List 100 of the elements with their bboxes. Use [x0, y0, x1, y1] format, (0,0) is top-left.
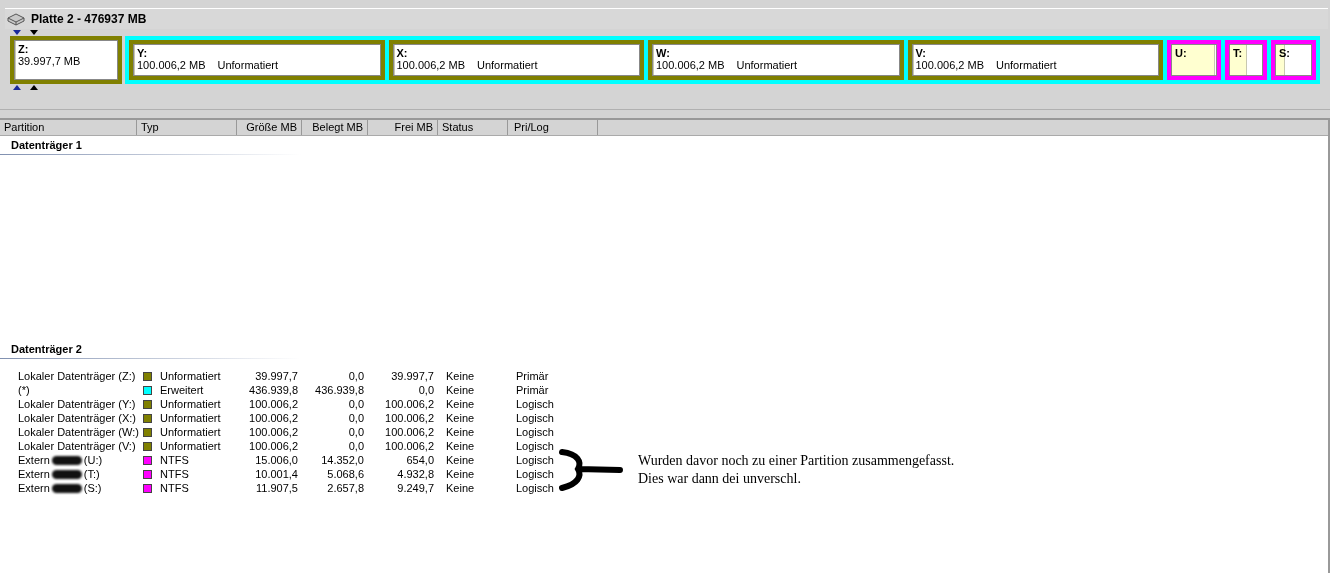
partition-size: 100.006,2 MB: [656, 59, 725, 71]
table-cell: 0,0: [348, 425, 364, 439]
table-cell: 39.997,7: [391, 369, 434, 383]
annotation-text: Dies war dann dei unverschl.: [638, 470, 802, 488]
partition-type: Unformatiert: [996, 59, 1057, 71]
redaction-scribble: [51, 469, 82, 479]
table-cell: Primär: [516, 383, 549, 397]
column-header[interactable]: Typ: [137, 120, 237, 135]
partition-segment[interactable]: W: 100.006,2 MB Unformatiert: [648, 40, 904, 80]
partition-segment[interactable]: Z: 39.997,7 MB: [10, 36, 122, 84]
partition-segment[interactable]: X: 100.006,2 MB Unformatiert: [388, 40, 644, 80]
triangle-marker-icon: [13, 30, 21, 35]
partition-size: 100.006,2 MB: [396, 59, 465, 71]
table-cell: Lokaler Datenträger (Y:): [18, 397, 136, 411]
drive-letter: V:: [915, 47, 927, 59]
column-header[interactable]: Frei MB: [368, 120, 438, 135]
partition-type: Unformatiert: [477, 59, 538, 71]
table-cell: 0,0: [348, 397, 364, 411]
drive-letter: Z:: [18, 43, 30, 55]
table-cell: Unformatiert: [160, 411, 221, 425]
table-cell: 2.657,8: [327, 481, 364, 495]
table-cell: Keine: [446, 369, 475, 383]
partition-size: 100.006,2 MB: [137, 59, 206, 71]
drive-letter: W:: [656, 47, 671, 59]
table-cell: (*): [18, 383, 30, 397]
table-cell: 10.001,4: [255, 467, 298, 481]
table-cell: Erweitert: [160, 383, 204, 397]
table-cell: Extern: [18, 481, 50, 495]
table-cell: 436.939,8: [249, 383, 298, 397]
column-header[interactable]: Pri/Log: [508, 120, 598, 135]
table-cell: 0,0: [418, 383, 434, 397]
table-cell: Logisch: [516, 439, 554, 453]
table-cell: (U:): [83, 453, 103, 467]
table-cell: 0,0: [348, 369, 364, 383]
triangle-marker-icon: [30, 30, 38, 35]
column-header[interactable]: Größe MB: [237, 120, 302, 135]
table-cell: Logisch: [516, 453, 554, 467]
triangle-marker-icon: [30, 85, 38, 90]
column-header[interactable]: Status: [438, 120, 508, 135]
partition-type: Unformatiert: [736, 59, 798, 71]
table-cell: Lokaler Datenträger (W:): [18, 425, 139, 439]
partition-segment[interactable]: S:: [1271, 40, 1316, 80]
table-cell: 100.006,2: [249, 439, 298, 453]
table-cell: NTFS: [160, 453, 189, 467]
partition-segment[interactable]: Y: 100.006,2 MB Unformatiert: [129, 40, 385, 80]
redaction-scribble: [51, 455, 82, 465]
table-cell: 100.006,2: [385, 439, 434, 453]
table-cell: 4.932,8: [397, 467, 434, 481]
table-cell: 100.006,2: [385, 425, 434, 439]
table-cell: 100.006,2: [249, 411, 298, 425]
table-cell: Logisch: [516, 425, 554, 439]
table-cell: Extern: [18, 467, 50, 481]
table-cell: 436.939,8: [315, 383, 364, 397]
table-cell: 15.006,0: [255, 453, 298, 467]
group-header: Datenträger 1: [0, 139, 311, 155]
table-cell: Keine: [446, 467, 475, 481]
table-cell: 0,0: [348, 411, 364, 425]
table-cell: 9.249,7: [397, 481, 434, 495]
table-cell: Extern: [18, 453, 50, 467]
table-cell: 5.068,6: [327, 467, 364, 481]
partition-segment[interactable]: V: 100.006,2 MB Unformatiert: [907, 40, 1163, 80]
table-cell: Keine: [446, 481, 475, 495]
drive-letter: X:: [396, 47, 409, 59]
partition-segment[interactable]: T:: [1225, 40, 1267, 80]
table-cell: Keine: [446, 383, 475, 397]
table-cell: Unformatiert: [160, 369, 221, 383]
annotation-text: Wurden davor noch zu einer Partition zusammengefasst.: [638, 452, 955, 470]
table-cell: Primär: [516, 369, 549, 383]
drive-letter: Y:: [137, 47, 149, 59]
group-header: Datenträger 2: [0, 343, 311, 359]
table-cell: 14.352,0: [321, 453, 364, 467]
table-cell: Keine: [446, 411, 475, 425]
table-cell: Logisch: [516, 397, 554, 411]
table-cell: 0,0: [348, 439, 364, 453]
table-cell: NTFS: [160, 467, 189, 481]
table-cell: Unformatiert: [160, 425, 221, 439]
table-cell: 100.006,2: [385, 411, 434, 425]
table-cell: Keine: [446, 425, 475, 439]
table-cell: Lokaler Datenträger (Z:): [18, 369, 136, 383]
table-cell: Keine: [446, 453, 475, 467]
table-cell: (T:): [83, 467, 100, 481]
table-cell: 100.006,2: [385, 397, 434, 411]
table-cell: Logisch: [516, 481, 554, 495]
brace-scribble-drawing: [556, 448, 624, 492]
disk-title: Platte 2 - 476937 MB: [31, 12, 147, 26]
table-cell: Keine: [446, 439, 475, 453]
table-cell: 100.006,2: [249, 425, 298, 439]
partition-segment[interactable]: U:: [1167, 40, 1221, 80]
column-header[interactable]: Belegt MB: [302, 120, 368, 135]
table-cell: Unformatiert: [160, 397, 221, 411]
table-cell: 100.006,2: [249, 397, 298, 411]
table-cell: NTFS: [160, 481, 189, 495]
drive-letter: U:: [1175, 47, 1188, 59]
partition-size: 100.006,2 MB: [915, 59, 984, 71]
redaction-scribble: [51, 483, 82, 493]
table-cell: Lokaler Datenträger (X:): [18, 411, 136, 425]
table-cell: Logisch: [516, 467, 554, 481]
column-header[interactable]: Partition: [0, 120, 137, 135]
triangle-marker-icon: [13, 85, 21, 90]
table-cell: 11.907,5: [256, 481, 298, 495]
